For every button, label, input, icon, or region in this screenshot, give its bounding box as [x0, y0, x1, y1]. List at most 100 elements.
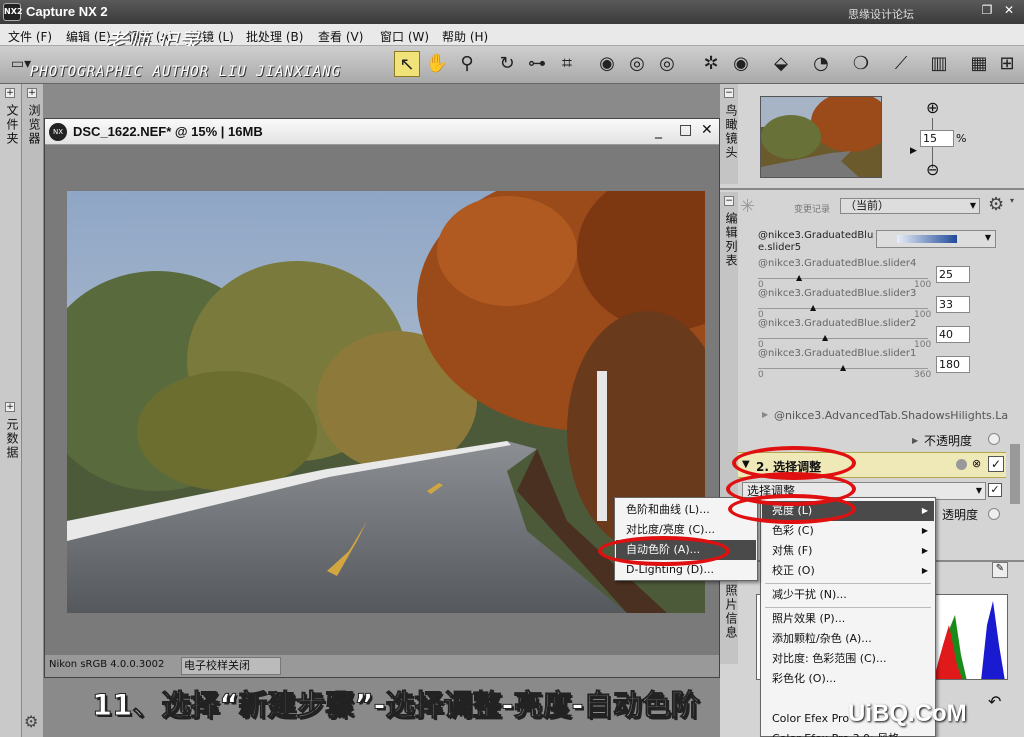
birdseye-tab[interactable]: − 鸟瞰镜头 [720, 84, 738, 184]
white-point-icon[interactable]: ◎ [624, 51, 650, 77]
collapse-icon[interactable]: − [724, 88, 734, 98]
collapse-icon[interactable]: − [724, 196, 734, 206]
slider-thumb-icon[interactable]: ▲ [822, 333, 828, 342]
left-strip-browser: + 浏览器 ⚙ [22, 84, 44, 737]
slider-thumb-icon[interactable]: ▲ [840, 363, 846, 372]
slider-input[interactable]: 180 [936, 356, 970, 373]
menu-file[interactable]: 文件 (F) [8, 28, 52, 45]
menu-item-colorize[interactable]: 彩色化 (O)... [762, 669, 934, 689]
black-point-icon[interactable]: ◎ [654, 51, 680, 77]
direct-select-icon[interactable]: ↖ [394, 51, 420, 77]
lasso-icon[interactable]: ❍ [848, 51, 874, 77]
gradient-swatch [897, 235, 957, 243]
zoom-out-icon[interactable]: ⊖ [926, 160, 939, 179]
fill-icon[interactable]: ▦ [966, 51, 992, 77]
rotate-icon[interactable]: ↻ [494, 51, 520, 77]
menu-item-color[interactable]: 色彩 (C) ▶ [762, 521, 934, 541]
history-select[interactable]: （当前） ▼ [840, 198, 980, 214]
chevron-down-icon: ▼ [975, 486, 982, 495]
slider-track[interactable] [758, 278, 928, 279]
zoom-pointer-icon[interactable]: ▶ [910, 146, 917, 156]
close-doc-icon[interactable]: ✕ [701, 122, 713, 138]
step-enable-checkbox[interactable]: ✓ [988, 456, 1004, 472]
menu-item-label: 色彩 (C) [772, 524, 814, 537]
restore-icon[interactable]: ❐ [978, 3, 996, 19]
thumbnail-image [761, 97, 881, 177]
slider-input[interactable]: 40 [936, 326, 970, 343]
opacity2-radio[interactable] [988, 508, 1000, 520]
settings-gear-icon[interactable]: ⚙ [24, 712, 38, 731]
delete-step-icon[interactable]: ⊗ [972, 457, 981, 470]
hand-icon[interactable]: ✋ [424, 51, 450, 77]
menu-item-focus[interactable]: 对焦 (F) ▶ [762, 541, 934, 561]
expand-icon[interactable]: + [5, 88, 15, 98]
close-icon[interactable]: ✕ [1000, 3, 1018, 19]
metadata-tab[interactable]: 元数据 [4, 418, 21, 460]
submenu-arrow-icon: ▶ [921, 546, 928, 555]
tutorial-caption: 11、选择“新建步骤”-选择调整-亮度-自动色阶 [92, 688, 701, 723]
control-point-icon[interactable]: ◔ [808, 51, 834, 77]
slider-min: 0 [758, 370, 764, 380]
editlist-label: 编辑列表 [724, 212, 738, 268]
soft-proof-select[interactable]: 电子校样关闭 [181, 657, 281, 675]
gear-icon[interactable]: ⚙ [988, 194, 1004, 215]
red-eye-icon[interactable]: ◉ [594, 51, 620, 77]
expand-icon[interactable]: + [5, 402, 15, 412]
opacity-radio[interactable] [988, 433, 1000, 445]
gradient-select[interactable]: ▼ [876, 230, 996, 248]
slider-input[interactable]: 33 [936, 296, 970, 313]
chevron-down-icon: ▼ [984, 233, 991, 242]
menu-window[interactable]: 窗口 (W) [380, 28, 429, 45]
menu-item-label: 校正 (O) [772, 564, 815, 577]
straighten-icon[interactable]: ⊶ [524, 51, 550, 77]
collapsed-arrow-icon[interactable]: ▶ [762, 410, 768, 419]
crop-icon[interactable]: ⌗ [554, 51, 580, 77]
slider-row: @nikce3.GraduatedBlue.slider1 ▲ 0 360 [758, 348, 938, 380]
zoom-input[interactable]: 15 [920, 130, 954, 147]
birdseye-thumbnail[interactable] [760, 96, 882, 178]
expand-icon[interactable]: + [27, 88, 37, 98]
menu-batch[interactable]: 批处理 (B) [246, 28, 303, 45]
scrollbar-thumb[interactable] [1010, 444, 1020, 504]
status-bar: Nikon sRGB 4.0.0.3002 电子校样关闭 [45, 655, 719, 677]
auto-retouch-icon[interactable]: ✲ [698, 51, 724, 77]
gradient-icon[interactable]: ▥ [926, 51, 952, 77]
minimize-icon[interactable]: _ [655, 123, 662, 139]
edit-pen-icon[interactable]: ✎ [992, 562, 1008, 578]
slider-track[interactable] [758, 338, 928, 339]
slider-thumb-icon[interactable]: ▲ [796, 273, 802, 282]
brush-icon[interactable]: ⟋ [888, 51, 914, 77]
menu-view[interactable]: 查看 (V) [318, 28, 363, 45]
menu-item-contrast-range[interactable]: 对比度: 色彩范围 (C)... [762, 649, 934, 669]
slider-label: @nikce3.GraduatedBlue.slider3 [758, 288, 917, 299]
advanced-tab-label[interactable]: @nikce3.AdvancedTab.ShadowsHilights.La [774, 409, 1008, 422]
slider-thumb-icon[interactable]: ▲ [810, 303, 816, 312]
zoom-icon[interactable]: ⚲ [454, 51, 480, 77]
menu-item-noise-reduction[interactable]: 减少干扰 (N)... [762, 585, 934, 605]
slider-track[interactable] [758, 308, 928, 309]
maximize-icon[interactable]: □ [679, 122, 692, 138]
adjust-enable-checkbox[interactable]: ✓ [988, 483, 1002, 497]
menu-item-color-efex-style[interactable]: Color Efex Pro 3.0: 风格 [762, 729, 934, 737]
app-logo: NX2 [3, 3, 22, 21]
submenu-arrow-icon: ▶ [921, 526, 928, 535]
menu-help[interactable]: 帮助 (H) [442, 28, 488, 45]
browser-tab[interactable]: 浏览器 [26, 104, 43, 146]
folder-tab[interactable]: 文件夹 [4, 104, 21, 146]
selection-icon[interactable]: ⊞ [994, 51, 1020, 77]
menu-item-photo-effects[interactable]: 照片效果 (P)... [762, 609, 934, 629]
tag-icon[interactable]: ⬙ [768, 51, 794, 77]
color-profile: Nikon sRGB 4.0.0.3002 [49, 659, 165, 670]
chevron-down-icon: ▼ [969, 201, 976, 210]
menu-item-add-grain[interactable]: 添加颗粒/杂色 (A)... [762, 629, 934, 649]
left-strip-folders: + 文件夹 + 元数据 [0, 84, 22, 737]
undo-arrow-icon[interactable]: ↶ [988, 692, 1001, 711]
title-bar: NX2 Capture NX 2 思缘设计论坛 www.MISSYUAN.COM… [0, 0, 1024, 35]
menu-item-correct[interactable]: 校正 (O) ▶ [762, 561, 934, 581]
step-dot-icon[interactable] [956, 459, 967, 470]
view-eye-icon[interactable]: ◉ [728, 51, 754, 77]
slider-input[interactable]: 25 [936, 266, 970, 283]
zoom-in-icon[interactable]: ⊕ [926, 98, 939, 117]
app-title: Capture NX 2 [26, 4, 108, 19]
chevron-down-icon[interactable]: ▾ [1010, 196, 1014, 205]
